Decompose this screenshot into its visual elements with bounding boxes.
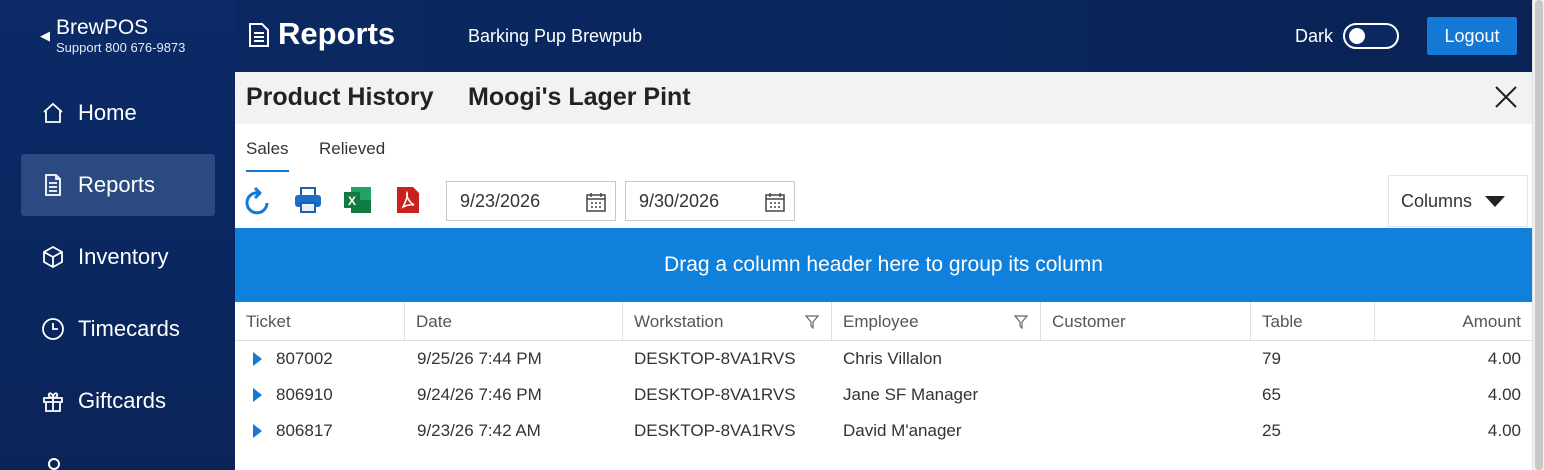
cell-workstation: DESKTOP-8VA1RVS (634, 349, 796, 368)
cell-date: 9/23/26 7:42 AM (417, 421, 541, 440)
table-row[interactable]: 806910 9/24/26 7:46 PM DESKTOP-8VA1RVS Jane… (235, 377, 1532, 413)
cell-workstation: DESKTOP-8VA1RVS (634, 421, 796, 440)
expand-row-icon[interactable] (253, 352, 262, 366)
column-header-label: Employee (843, 311, 919, 331)
logout-button[interactable]: Logout (1427, 17, 1517, 55)
sidebar-item-giftcards[interactable]: Giftcards (21, 370, 215, 432)
brand-support: Support 800 676-9873 (56, 40, 186, 55)
table-row[interactable]: 807002 9/25/26 7:44 PM DESKTOP-8VA1RVS Chri… (235, 341, 1532, 377)
cell-employee: Jane SF Manager (843, 385, 979, 404)
dark-mode-toggle[interactable] (1343, 23, 1399, 49)
sidebar-item-inventory[interactable]: Inventory (21, 226, 215, 288)
back-caret-icon[interactable]: ◀ (40, 28, 50, 44)
sidebar-item-label: Timecards (78, 316, 180, 341)
panel-title: Product History (246, 83, 434, 111)
column-header-date[interactable]: Date (405, 302, 623, 341)
cell-date: 9/25/26 7:44 PM (417, 349, 542, 368)
tabs: Sales Relieved (235, 124, 1532, 174)
toggle-knob (1349, 28, 1365, 44)
grid-header: Ticket Date Workstation Employee Custome… (235, 302, 1532, 341)
vertical-scrollbar[interactable] (1532, 0, 1544, 470)
sidebar-item-label: Inventory (78, 244, 169, 269)
store-name: Barking Pup Brewpub (468, 26, 643, 46)
cell-table: 25 (1262, 421, 1281, 440)
cell-date: 9/24/26 7:46 PM (417, 385, 542, 404)
cell-amount: 4.00 (1487, 349, 1521, 368)
brand[interactable]: ◀ BrewPOS Support 800 676-9873 (40, 16, 185, 56)
expand-row-icon[interactable] (253, 424, 262, 438)
table-row[interactable]: 806817 9/23/26 7:42 AM DESKTOP-8VA1RVS Davi… (235, 413, 1532, 449)
grid-body: 807002 9/25/26 7:44 PM DESKTOP-8VA1RVS Chri… (235, 341, 1532, 449)
end-date-value: 9/30/2026 (639, 190, 720, 211)
column-header-ticket[interactable]: Ticket (235, 302, 405, 341)
cell-workstation: DESKTOP-8VA1RVS (634, 385, 796, 404)
column-header-label: Amount (1462, 311, 1521, 331)
dark-mode-label: Dark (1295, 26, 1334, 46)
product-history-header: Product History Moogi's Lager Pint (235, 72, 1532, 124)
tab-relieved[interactable]: Relieved (319, 139, 385, 159)
expand-row-icon[interactable] (253, 388, 262, 402)
chevron-down-icon (1485, 196, 1505, 207)
cell-table: 65 (1262, 385, 1281, 404)
columns-dropdown[interactable]: Columns (1388, 175, 1528, 227)
filter-icon[interactable] (1013, 314, 1029, 334)
toolbar: X 9/23/2026 9/30/2026 Columns (235, 174, 1532, 228)
column-header-amount[interactable]: Amount (1375, 302, 1532, 341)
column-header-employee[interactable]: Employee (832, 302, 1041, 341)
tab-sales[interactable]: Sales (246, 139, 289, 172)
group-hint-text: Drag a column header here to group its c… (664, 253, 1103, 276)
gift-icon (40, 388, 66, 414)
column-header-workstation[interactable]: Workstation (623, 302, 832, 341)
column-header-label: Date (416, 311, 452, 331)
end-date-field[interactable]: 9/30/2026 (625, 181, 795, 221)
start-date-value: 9/23/2026 (460, 190, 541, 211)
sidebar-item-timecards[interactable]: Timecards (21, 298, 215, 360)
column-header-label: Ticket (246, 311, 291, 331)
reports-icon (40, 172, 66, 198)
cell-employee: Chris Villalon (843, 349, 942, 368)
start-date-field[interactable]: 9/23/2026 (446, 181, 616, 221)
page-title: Reports (278, 16, 396, 51)
clock-icon (40, 316, 66, 342)
data-grid: Ticket Date Workstation Employee Custome… (235, 302, 1532, 449)
columns-label: Columns (1401, 190, 1473, 211)
column-header-customer[interactable]: Customer (1041, 302, 1251, 341)
sidebar-item-home[interactable]: Home (21, 82, 215, 144)
product-name: Moogi's Lager Pint (468, 83, 691, 111)
box-icon (40, 244, 66, 270)
cell-amount: 4.00 (1487, 421, 1521, 440)
column-header-label: Workstation (634, 311, 724, 331)
cell-ticket: 807002 (276, 349, 333, 368)
calendar-icon[interactable] (585, 191, 607, 218)
sidebar: ◀ BrewPOS Support 800 676-9873 Home Repo… (0, 0, 235, 470)
app-header: Reports Barking Pup Brewpub Dark Logout (235, 0, 1532, 72)
excel-icon[interactable]: X (343, 185, 373, 215)
home-icon (40, 100, 66, 126)
sidebar-item-reports[interactable]: Reports (21, 154, 215, 216)
cell-ticket: 806910 (276, 385, 333, 404)
close-icon[interactable] (1494, 85, 1518, 109)
group-drop-area[interactable]: Drag a column header here to group its c… (235, 228, 1532, 302)
column-header-table[interactable]: Table (1251, 302, 1375, 341)
scrollbar-thumb[interactable] (1535, 0, 1543, 470)
svg-text:X: X (348, 194, 356, 208)
print-icon[interactable] (293, 185, 323, 215)
reports-icon (248, 22, 270, 53)
calendar-icon[interactable] (764, 191, 786, 218)
sidebar-item-label: Giftcards (78, 388, 167, 413)
column-header-label: Table (1262, 311, 1303, 331)
cell-employee: David M'anager (843, 421, 962, 440)
cell-table: 79 (1262, 349, 1281, 368)
cell-amount: 4.00 (1487, 385, 1521, 404)
refresh-icon[interactable] (245, 185, 275, 215)
filter-icon[interactable] (804, 314, 820, 334)
column-header-label: Customer (1052, 311, 1126, 331)
brand-title: BrewPOS (56, 16, 149, 39)
pdf-icon[interactable] (395, 185, 425, 215)
cell-ticket: 806817 (276, 421, 333, 440)
sidebar-item-label: Reports (78, 172, 156, 197)
partial-nav-icon (48, 458, 60, 470)
sidebar-item-label: Home (78, 100, 137, 125)
